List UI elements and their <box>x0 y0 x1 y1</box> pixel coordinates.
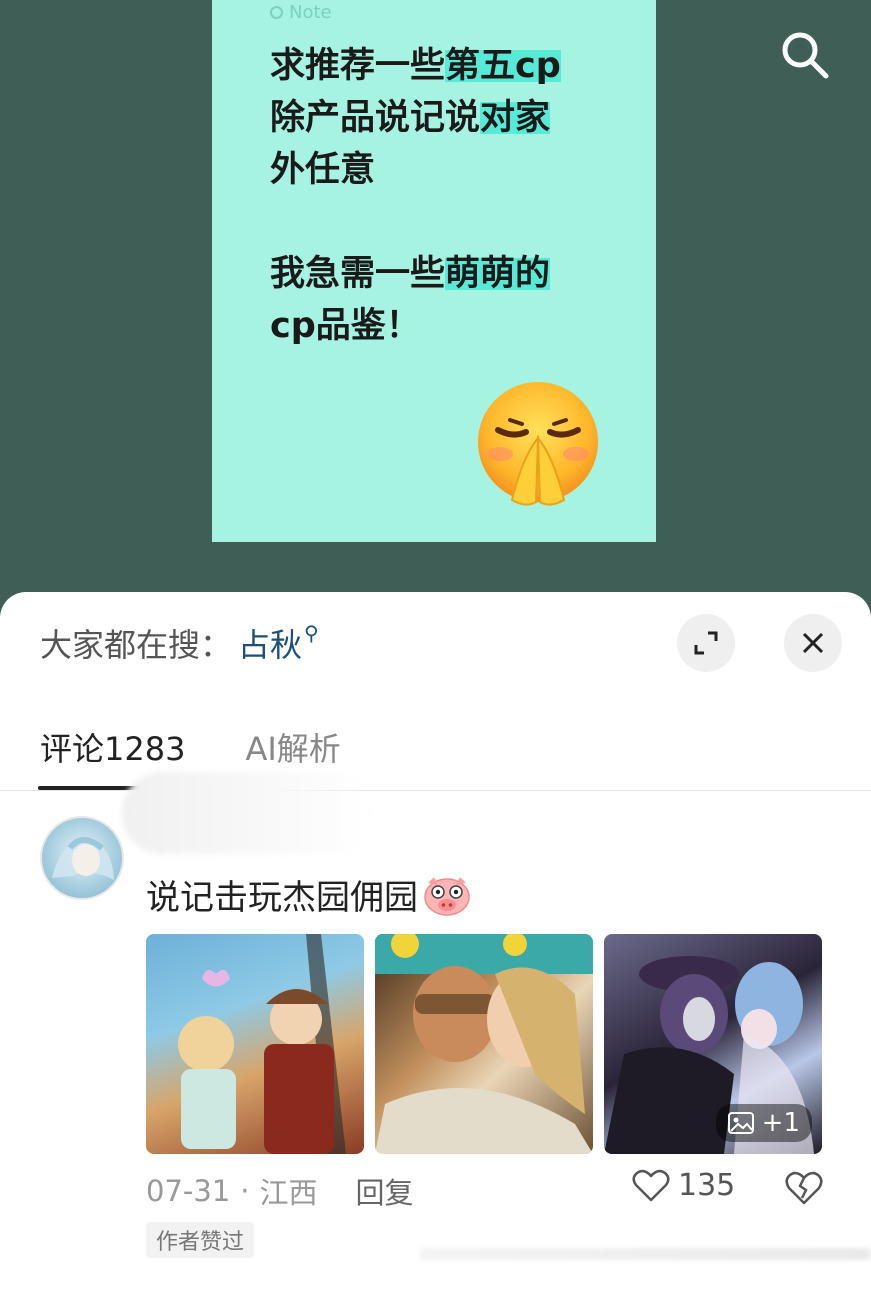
comment-location: 江西 <box>259 1176 318 1210</box>
heart-icon <box>632 1169 670 1201</box>
note-line: 外任意 <box>270 144 630 196</box>
note-text: 求推荐一些第五cp 除产品说记说对家 外任意 我急需一些萌萌的 cp品鉴！ <box>270 40 630 352</box>
note-text-segment: 求推荐一些 <box>270 46 446 86</box>
note-line: 求推荐一些第五cp <box>270 40 630 92</box>
comment-image-1[interactable] <box>146 934 364 1154</box>
comment-tabs: 评论1283 AI解析 <box>40 724 341 770</box>
pig-face-emoji-icon <box>424 876 470 916</box>
avatar[interactable] <box>40 816 124 900</box>
note-text-segment: 我急需一些 <box>270 254 446 294</box>
broken-heart-icon[interactable] <box>784 1170 824 1206</box>
expand-icon <box>694 631 718 655</box>
note-line <box>270 196 630 248</box>
note-circle-icon <box>270 6 283 19</box>
like-count: 135 <box>678 1168 736 1203</box>
note-highlight-text: 萌萌的 <box>445 254 551 294</box>
comment-meta: 07-31 · 江西 回复 <box>146 1170 414 1212</box>
meta-separator: · <box>240 1174 250 1208</box>
note-line: cp品鉴！ <box>270 300 630 352</box>
next-comment-redacted <box>420 1248 870 1260</box>
pleading-hands-emoji-icon <box>478 382 598 506</box>
note-line: 除产品说记说对家 <box>270 92 630 144</box>
image-2-content <box>375 934 593 1154</box>
comment-text: 说记击玩杰园佣园 <box>146 878 418 918</box>
tab-comments[interactable]: 评论1283 <box>40 724 185 770</box>
author-liked-badge: 作者赞过 <box>146 1222 255 1258</box>
close-icon <box>802 632 824 654</box>
more-images-count: +1 <box>761 1108 800 1138</box>
note-highlight-text: 对家 <box>480 98 551 138</box>
small-search-icon: ⚲ <box>304 621 319 645</box>
comment-image-2[interactable] <box>375 934 593 1154</box>
hot-search-label: 大家都在搜： <box>40 626 233 664</box>
hot-search-row[interactable]: 大家都在搜： 占秋 ⚲ <box>40 620 319 666</box>
image-icon <box>727 1112 754 1134</box>
reply-button[interactable]: 回复 <box>356 1170 414 1212</box>
tab-ai-analysis[interactable]: AI解析 <box>245 724 340 770</box>
comment-image-3[interactable]: +1 <box>604 934 822 1154</box>
note-line: 我急需一些萌萌的 <box>270 248 630 300</box>
note-text-segment: 外任意 <box>270 150 376 190</box>
close-button[interactable] <box>784 614 842 672</box>
search-icon[interactable] <box>776 26 832 82</box>
note-text-segment: cp品鉴！ <box>270 306 421 346</box>
comment-body: 说记击玩杰园佣园 <box>146 870 472 919</box>
note-highlight-text: 第五cp <box>445 46 561 86</box>
comments-sheet: 大家都在搜： 占秋 ⚲ 评论1283 AI解析 说记击玩杰园佣园 +1 07-3… <box>0 592 871 1292</box>
image-1-content <box>178 934 346 1154</box>
comment-date: 07-31 <box>146 1174 231 1208</box>
expand-button[interactable] <box>677 614 735 672</box>
avatar-image <box>52 837 114 880</box>
hot-search-keyword[interactable]: 占秋 <box>238 620 302 666</box>
like-button[interactable]: 135 <box>632 1168 735 1203</box>
note-text-segment: 除产品说记说 <box>270 98 481 138</box>
more-images-badge[interactable]: +1 <box>715 1104 812 1142</box>
username-redacted <box>122 772 372 854</box>
note-tag-label: Note <box>289 2 332 23</box>
post-note-image[interactable]: Note 求推荐一些第五cp 除产品说记说对家 外任意 我急需一些萌萌的 cp品鉴！ <box>212 0 656 542</box>
note-tag: Note <box>270 2 332 23</box>
